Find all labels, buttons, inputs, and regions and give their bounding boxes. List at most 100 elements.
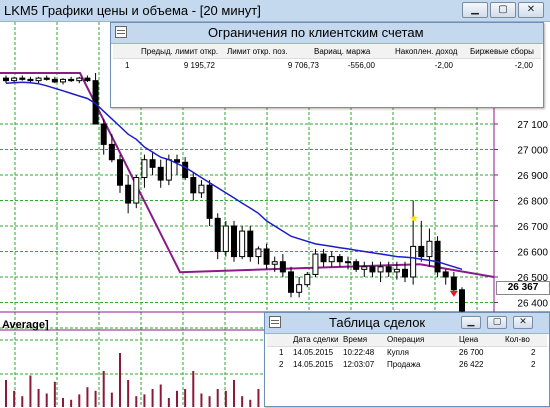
candle-body bbox=[377, 266, 384, 273]
col-deal-price[interactable]: Цена bbox=[459, 335, 478, 344]
price-tick-label: 27 100 bbox=[517, 120, 548, 131]
deal-cell-date[interactable]: 14.05.2015 bbox=[293, 360, 333, 369]
volume-bar bbox=[5, 380, 7, 407]
limits-window-title: Ограничения по клиентским счетам bbox=[208, 25, 424, 40]
candle-body bbox=[214, 217, 221, 253]
candle-body bbox=[450, 276, 457, 291]
candle-body bbox=[239, 230, 246, 258]
candle-body bbox=[182, 161, 189, 179]
candle-body bbox=[19, 77, 26, 80]
candle-body bbox=[190, 177, 197, 194]
deals-minimize-button[interactable]: ▁ bbox=[461, 316, 481, 329]
limits-window-titlebar[interactable]: Ограничения по клиентским счетам bbox=[111, 23, 543, 44]
volume-bar bbox=[151, 389, 154, 407]
candle-body bbox=[385, 266, 392, 273]
deals-maximize-button[interactable]: ▢ bbox=[487, 316, 507, 329]
limits-window[interactable]: Ограничения по клиентским счетам Предыд.… bbox=[110, 22, 544, 108]
volume-bar bbox=[241, 396, 244, 407]
deal-cell-time[interactable]: 10:22:48 bbox=[343, 348, 374, 357]
deal-cell-price[interactable]: 26 700 bbox=[459, 348, 483, 357]
candle-body bbox=[198, 184, 205, 194]
col-exchange-fees[interactable]: Биржевые сборы bbox=[470, 47, 534, 56]
deal-cell-time[interactable]: 12:03:07 bbox=[343, 360, 374, 369]
volume-bar bbox=[119, 353, 121, 407]
volume-bar bbox=[135, 396, 138, 407]
candle-body bbox=[76, 77, 83, 82]
volume-bar bbox=[167, 398, 170, 407]
candle-body bbox=[434, 240, 441, 273]
deals-window-titlebar[interactable]: Таблица сделок ▁ ▢ ✕ bbox=[265, 313, 549, 334]
candle-body bbox=[271, 261, 278, 265]
deal-cell-price[interactable]: 26 422 bbox=[459, 360, 483, 369]
candle-body bbox=[426, 240, 433, 258]
col-accum-income[interactable]: Накоплен. доход bbox=[395, 47, 457, 56]
col-deal-operation[interactable]: Операция bbox=[387, 335, 424, 344]
volume-bar bbox=[176, 390, 178, 407]
volume-bar bbox=[70, 399, 73, 407]
indicator-label: Average] bbox=[2, 319, 49, 331]
deal-row-number: 1 bbox=[279, 348, 284, 357]
candle-body bbox=[43, 77, 50, 80]
candle-body bbox=[459, 289, 465, 312]
candle-body bbox=[442, 271, 449, 278]
volume-bar bbox=[216, 389, 219, 407]
deals-window[interactable]: Таблица сделок ▁ ▢ ✕ Дата сделки Время О… bbox=[264, 312, 550, 407]
candle-body bbox=[402, 268, 408, 278]
volume-bar bbox=[29, 375, 32, 407]
candle-body bbox=[328, 256, 335, 263]
volume-bar bbox=[45, 393, 48, 407]
limits-cell-prev-limit[interactable]: 9 195,72 bbox=[184, 61, 215, 70]
candle-body bbox=[320, 253, 327, 263]
candle-body bbox=[133, 177, 140, 204]
volume-bar bbox=[184, 389, 187, 407]
limits-cell-var-margin[interactable]: -556,00 bbox=[348, 61, 375, 70]
limits-cell-exchange-fees[interactable]: -2,00 bbox=[515, 61, 533, 70]
deals-window-title: Таблица сделок bbox=[329, 315, 426, 330]
col-open-limit[interactable]: Лимит откр. поз. bbox=[227, 47, 288, 56]
col-var-margin[interactable]: Вариац. маржа bbox=[314, 47, 370, 56]
col-prev-limit[interactable]: Предыд. лимит откр. bbox=[141, 47, 218, 56]
price-tick-label: 26 400 bbox=[517, 299, 548, 310]
volume-bar bbox=[249, 399, 252, 407]
volume-bar bbox=[21, 396, 24, 407]
candle-body bbox=[231, 225, 237, 258]
limits-cell-open-limit[interactable]: 9 706,73 bbox=[288, 61, 319, 70]
volume-bar bbox=[94, 390, 97, 407]
col-deal-qty[interactable]: Кол-во bbox=[505, 335, 530, 344]
candle-body bbox=[312, 253, 319, 275]
volume-bar bbox=[62, 398, 64, 407]
volume-bar bbox=[233, 380, 235, 407]
limits-cell-accum-income[interactable]: -2,00 bbox=[435, 61, 453, 70]
candle-body bbox=[117, 159, 123, 186]
candle-body bbox=[3, 77, 9, 82]
maximize-button[interactable]: ▢ bbox=[490, 2, 516, 18]
candle-body bbox=[125, 184, 132, 204]
volume-bar bbox=[159, 384, 162, 407]
deals-close-button[interactable]: ✕ bbox=[513, 316, 533, 329]
deal-cell-operation[interactable]: Продажа bbox=[387, 360, 420, 369]
candle-body bbox=[410, 245, 417, 278]
candle-body bbox=[35, 77, 42, 82]
deal-row-number: 2 bbox=[279, 360, 284, 369]
volume-bar bbox=[86, 387, 89, 407]
deal-cell-qty[interactable]: 2 bbox=[531, 348, 535, 357]
col-deal-date[interactable]: Дата сделки bbox=[293, 335, 338, 344]
deals-table-icon bbox=[269, 316, 281, 328]
deal-cell-qty[interactable]: 2 bbox=[531, 360, 535, 369]
minimize-button[interactable]: ▁ bbox=[462, 2, 488, 18]
deal-cell-date[interactable]: 14.05.2015 bbox=[293, 348, 333, 357]
volume-bar bbox=[37, 389, 40, 407]
volume-bar bbox=[127, 380, 130, 407]
buy-marker-icon: ★ bbox=[409, 212, 419, 225]
price-tick-label: 26 700 bbox=[517, 222, 548, 233]
candle-body bbox=[108, 143, 115, 161]
candle-body bbox=[206, 184, 213, 219]
candle-body bbox=[60, 78, 66, 83]
close-button[interactable]: ✕ bbox=[518, 2, 544, 18]
volume-bar bbox=[110, 392, 113, 407]
deal-cell-operation[interactable]: Купля bbox=[387, 348, 409, 357]
col-deal-time[interactable]: Время bbox=[343, 335, 367, 344]
candle-body bbox=[418, 245, 425, 258]
volume-bar bbox=[208, 396, 211, 407]
candle-body bbox=[369, 266, 376, 273]
